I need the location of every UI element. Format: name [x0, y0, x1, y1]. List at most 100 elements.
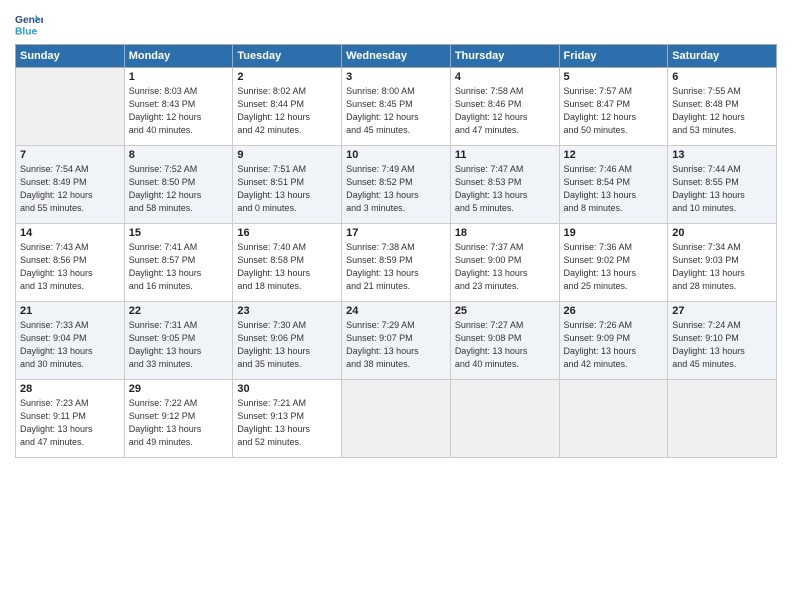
day-number: 17 [346, 227, 446, 239]
day-number: 22 [129, 305, 229, 317]
day-cell [342, 380, 451, 458]
day-cell: 22 Sunrise: 7:31 AM Sunset: 9:05 PM Dayli… [124, 302, 233, 380]
day-number: 21 [20, 305, 120, 317]
day-number: 20 [672, 227, 772, 239]
day-info: Sunrise: 8:00 AM Sunset: 8:45 PM Dayligh… [346, 85, 446, 137]
day-cell: 5 Sunrise: 7:57 AM Sunset: 8:47 PM Daylig… [559, 68, 668, 146]
day-info: Sunrise: 7:46 AM Sunset: 8:54 PM Dayligh… [564, 163, 664, 215]
day-number: 24 [346, 305, 446, 317]
day-cell: 17 Sunrise: 7:38 AM Sunset: 8:59 PM Dayli… [342, 224, 451, 302]
day-cell: 6Sunrise: 7:55 AM Sunset: 8:48 PM Daylig… [668, 68, 777, 146]
day-cell: 26 Sunrise: 7:26 AM Sunset: 9:09 PM Dayli… [559, 302, 668, 380]
day-cell: 14Sunrise: 7:43 AM Sunset: 8:56 PM Dayli… [16, 224, 125, 302]
day-cell: 12 Sunrise: 7:46 AM Sunset: 8:54 PM Dayli… [559, 146, 668, 224]
day-cell: 11 Sunrise: 7:47 AM Sunset: 8:53 PM Dayli… [450, 146, 559, 224]
day-info: Sunrise: 7:38 AM Sunset: 8:59 PM Dayligh… [346, 241, 446, 293]
calendar-table: SundayMondayTuesdayWednesdayThursdayFrid… [15, 44, 777, 458]
day-info: Sunrise: 7:31 AM Sunset: 9:05 PM Dayligh… [129, 319, 229, 371]
col-header-wednesday: Wednesday [342, 45, 451, 68]
day-info: Sunrise: 7:55 AM Sunset: 8:48 PM Dayligh… [672, 85, 772, 137]
day-info: Sunrise: 7:22 AM Sunset: 9:12 PM Dayligh… [129, 397, 229, 449]
day-cell: 9 Sunrise: 7:51 AM Sunset: 8:51 PM Daylig… [233, 146, 342, 224]
day-number: 7 [20, 149, 120, 161]
day-info: Sunrise: 8:03 AM Sunset: 8:43 PM Dayligh… [129, 85, 229, 137]
day-info: Sunrise: 7:57 AM Sunset: 8:47 PM Dayligh… [564, 85, 664, 137]
svg-text:Blue: Blue [15, 26, 38, 37]
day-cell: 21 Sunrise: 7:33 AM Sunset: 9:04 PM Dayli… [16, 302, 125, 380]
day-cell: 13Sunrise: 7:44 AM Sunset: 8:55 PM Dayli… [668, 146, 777, 224]
svg-text:General: General [15, 15, 43, 26]
day-info: Sunrise: 7:36 AM Sunset: 9:02 PM Dayligh… [564, 241, 664, 293]
day-cell: 16Sunrise: 7:40 AM Sunset: 8:58 PM Dayli… [233, 224, 342, 302]
col-header-friday: Friday [559, 45, 668, 68]
day-number: 4 [455, 71, 555, 83]
day-cell: 1 Sunrise: 8:03 AM Sunset: 8:43 PM Daylig… [124, 68, 233, 146]
day-cell: 28 Sunrise: 7:23 AM Sunset: 9:11 PM Dayli… [16, 380, 125, 458]
day-cell [559, 380, 668, 458]
col-header-saturday: Saturday [668, 45, 777, 68]
day-number: 27 [672, 305, 772, 317]
day-cell: 24Sunrise: 7:29 AM Sunset: 9:07 PM Dayli… [342, 302, 451, 380]
day-number: 3 [346, 71, 446, 83]
col-header-tuesday: Tuesday [233, 45, 342, 68]
day-number: 30 [237, 383, 337, 395]
week-row-1: 1 Sunrise: 8:03 AM Sunset: 8:43 PM Daylig… [16, 68, 777, 146]
day-number: 12 [564, 149, 664, 161]
day-number: 15 [129, 227, 229, 239]
day-info: Sunrise: 7:52 AM Sunset: 8:50 PM Dayligh… [129, 163, 229, 215]
day-number: 11 [455, 149, 555, 161]
day-cell: 30Sunrise: 7:21 AM Sunset: 9:13 PM Dayli… [233, 380, 342, 458]
day-info: Sunrise: 7:54 AM Sunset: 8:49 PM Dayligh… [20, 163, 120, 215]
day-cell: 2 Sunrise: 8:02 AM Sunset: 8:44 PM Daylig… [233, 68, 342, 146]
day-info: Sunrise: 7:51 AM Sunset: 8:51 PM Dayligh… [237, 163, 337, 215]
day-info: Sunrise: 7:44 AM Sunset: 8:55 PM Dayligh… [672, 163, 772, 215]
day-number: 10 [346, 149, 446, 161]
day-number: 2 [237, 71, 337, 83]
day-info: Sunrise: 7:37 AM Sunset: 9:00 PM Dayligh… [455, 241, 555, 293]
week-row-3: 14Sunrise: 7:43 AM Sunset: 8:56 PM Dayli… [16, 224, 777, 302]
day-cell: 18 Sunrise: 7:37 AM Sunset: 9:00 PM Dayli… [450, 224, 559, 302]
day-cell: 4 Sunrise: 7:58 AM Sunset: 8:46 PM Daylig… [450, 68, 559, 146]
day-number: 29 [129, 383, 229, 395]
day-number: 5 [564, 71, 664, 83]
day-cell: 10 Sunrise: 7:49 AM Sunset: 8:52 PM Dayli… [342, 146, 451, 224]
col-header-monday: Monday [124, 45, 233, 68]
day-cell: 29 Sunrise: 7:22 AM Sunset: 9:12 PM Dayli… [124, 380, 233, 458]
day-info: Sunrise: 7:40 AM Sunset: 8:58 PM Dayligh… [237, 241, 337, 293]
day-number: 25 [455, 305, 555, 317]
day-cell [16, 68, 125, 146]
day-number: 8 [129, 149, 229, 161]
page: General Blue SundayMondayTuesdayWednesda… [0, 0, 792, 612]
day-info: Sunrise: 7:27 AM Sunset: 9:08 PM Dayligh… [455, 319, 555, 371]
day-info: Sunrise: 7:33 AM Sunset: 9:04 PM Dayligh… [20, 319, 120, 371]
day-number: 1 [129, 71, 229, 83]
day-number: 19 [564, 227, 664, 239]
day-cell: 25 Sunrise: 7:27 AM Sunset: 9:08 PM Dayli… [450, 302, 559, 380]
day-info: Sunrise: 7:26 AM Sunset: 9:09 PM Dayligh… [564, 319, 664, 371]
week-row-5: 28 Sunrise: 7:23 AM Sunset: 9:11 PM Dayli… [16, 380, 777, 458]
day-info: Sunrise: 8:02 AM Sunset: 8:44 PM Dayligh… [237, 85, 337, 137]
week-row-4: 21 Sunrise: 7:33 AM Sunset: 9:04 PM Dayli… [16, 302, 777, 380]
header-row: SundayMondayTuesdayWednesdayThursdayFrid… [16, 45, 777, 68]
day-info: Sunrise: 7:47 AM Sunset: 8:53 PM Dayligh… [455, 163, 555, 215]
day-number: 28 [20, 383, 120, 395]
day-number: 9 [237, 149, 337, 161]
day-info: Sunrise: 7:58 AM Sunset: 8:46 PM Dayligh… [455, 85, 555, 137]
day-cell: 3 Sunrise: 8:00 AM Sunset: 8:45 PM Daylig… [342, 68, 451, 146]
day-number: 18 [455, 227, 555, 239]
col-header-sunday: Sunday [16, 45, 125, 68]
day-cell: 15Sunrise: 7:41 AM Sunset: 8:57 PM Dayli… [124, 224, 233, 302]
week-row-2: 7 Sunrise: 7:54 AM Sunset: 8:49 PM Daylig… [16, 146, 777, 224]
logo: General Blue [15, 10, 43, 38]
day-info: Sunrise: 7:49 AM Sunset: 8:52 PM Dayligh… [346, 163, 446, 215]
day-cell [450, 380, 559, 458]
day-info: Sunrise: 7:43 AM Sunset: 8:56 PM Dayligh… [20, 241, 120, 293]
logo-icon: General Blue [15, 10, 43, 38]
day-info: Sunrise: 7:23 AM Sunset: 9:11 PM Dayligh… [20, 397, 120, 449]
day-info: Sunrise: 7:30 AM Sunset: 9:06 PM Dayligh… [237, 319, 337, 371]
day-cell: 7 Sunrise: 7:54 AM Sunset: 8:49 PM Daylig… [16, 146, 125, 224]
day-cell [668, 380, 777, 458]
day-cell: 19 Sunrise: 7:36 AM Sunset: 9:02 PM Dayli… [559, 224, 668, 302]
day-number: 26 [564, 305, 664, 317]
day-cell: 27Sunrise: 7:24 AM Sunset: 9:10 PM Dayli… [668, 302, 777, 380]
